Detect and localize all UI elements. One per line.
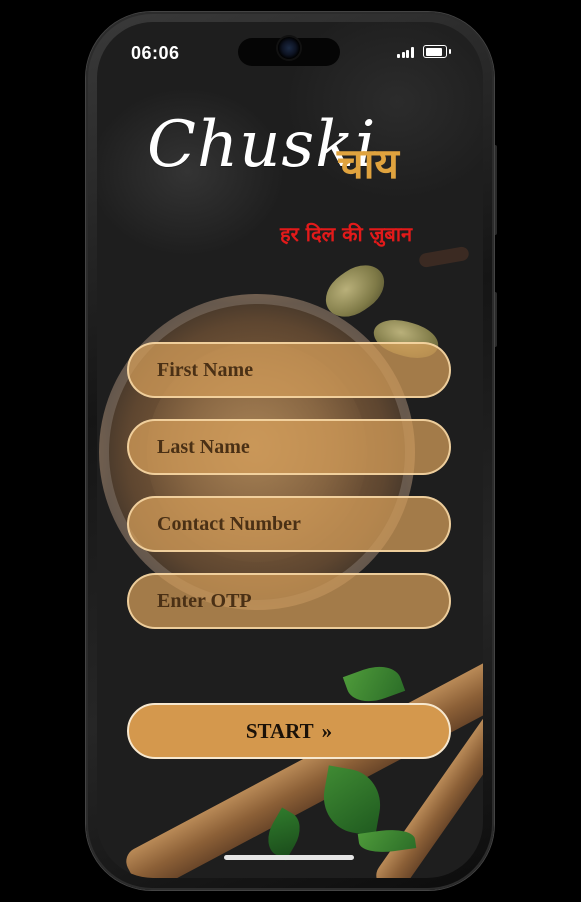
clove-image	[418, 245, 470, 269]
mint-leaf-image	[342, 658, 406, 710]
start-button[interactable]: START »	[127, 703, 451, 759]
signal-icon	[397, 47, 414, 58]
double-chevron-right-icon: »	[321, 718, 333, 743]
mint-leaf-image	[318, 765, 386, 837]
battery-icon	[423, 45, 451, 58]
brand-logo-hindi: चाय	[337, 139, 399, 188]
tagline: हर दिल की ज़ुबान	[280, 222, 413, 246]
start-button-label: START	[245, 718, 314, 743]
home-indicator[interactable]	[224, 855, 354, 860]
first-name-input[interactable]	[127, 342, 451, 398]
otp-input[interactable]	[127, 573, 451, 629]
front-camera	[278, 37, 300, 59]
app-screen: 06:06 Chuski चाय हर दिल की ज़ुबान START …	[97, 22, 483, 878]
last-name-input[interactable]	[127, 419, 451, 475]
device-stage: 06:06 Chuski चाय हर दिल की ज़ुबान START …	[0, 0, 581, 902]
status-time: 06:06	[131, 43, 180, 63]
contact-number-input[interactable]	[127, 496, 451, 552]
